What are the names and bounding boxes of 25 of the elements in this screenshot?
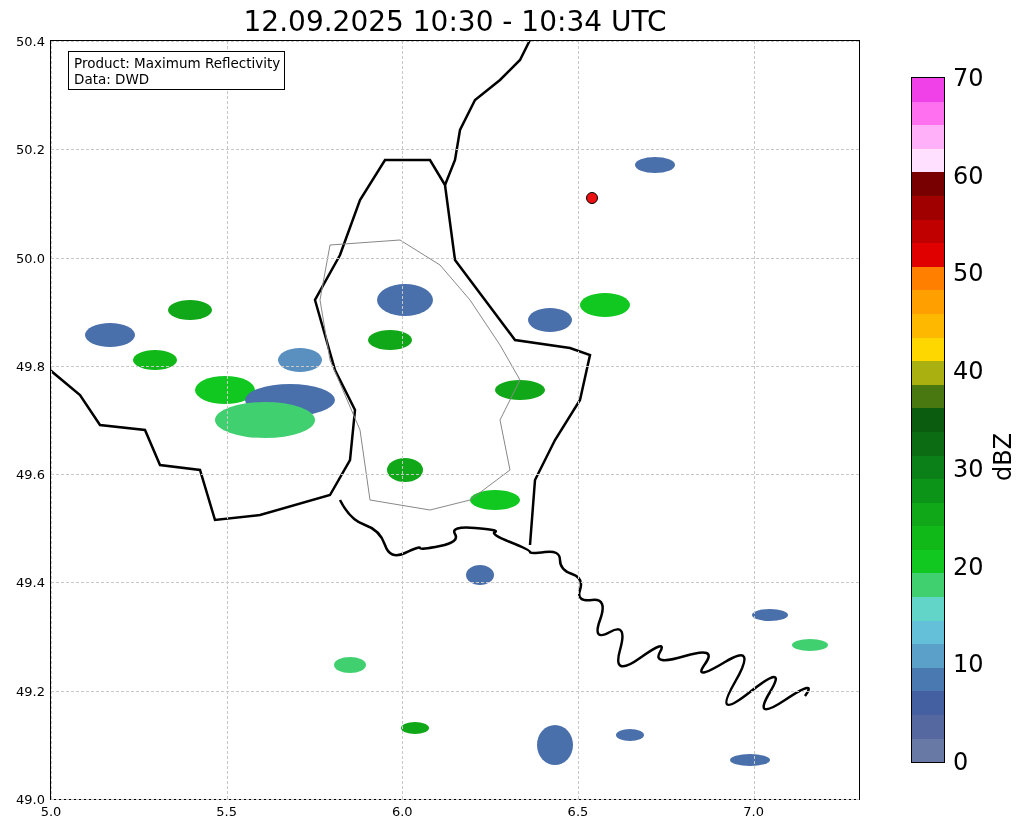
colorbar-tick-label: 70 bbox=[953, 64, 984, 92]
colorbar-tick-label: 50 bbox=[953, 259, 984, 288]
legend-text: Product: Maximum Reflectivity bbox=[74, 55, 281, 71]
y-tick-label: 50.2 bbox=[16, 141, 45, 157]
colorbar-tick-label: 60 bbox=[953, 161, 984, 190]
colorbar-tick-label: 40 bbox=[953, 357, 984, 386]
y-tick-label: 49.6 bbox=[16, 466, 45, 482]
colorbar-tick-label: 30 bbox=[953, 454, 984, 483]
x-tick-label: 6.0 bbox=[391, 804, 413, 819]
colorbar-tick-label: 0 bbox=[953, 748, 969, 776]
legend-text: Data: DWD bbox=[74, 71, 151, 87]
y-tick-label: 50.0 bbox=[16, 250, 45, 266]
x-tick-label: 5.5 bbox=[216, 804, 237, 819]
x-tick-label: 7.0 bbox=[743, 804, 764, 819]
y-tick-label: 50.4 bbox=[16, 33, 45, 49]
y-tick-label: 49.2 bbox=[16, 683, 45, 699]
x-tick-label: 6.5 bbox=[567, 804, 589, 819]
colorbar-tick-label: 20 bbox=[953, 552, 984, 581]
colorbar-tick-label: 10 bbox=[953, 650, 984, 679]
chart-title: 12.09.2025 10:30 - 10:34 UTC bbox=[243, 4, 667, 38]
y-tick-label: 49.8 bbox=[16, 358, 45, 374]
x-tick-label: 5.0 bbox=[40, 804, 62, 819]
y-tick-label: 49.4 bbox=[16, 574, 45, 590]
y-tick-label: 49.0 bbox=[16, 791, 45, 807]
colorbar-title: dBZ bbox=[988, 432, 1017, 482]
